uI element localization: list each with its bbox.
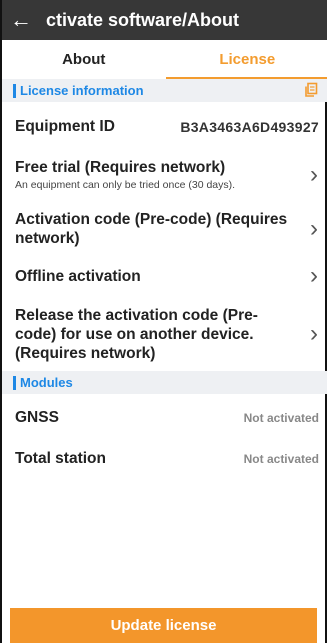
module-name: Total station <box>15 450 106 467</box>
module-row-total-station: Total station Not activated <box>2 440 327 478</box>
module-row-gnss: GNSS Not activated <box>2 396 327 440</box>
free-trial-row[interactable]: Free trial (Requires network) An equipme… <box>2 152 327 198</box>
offline-activation-row[interactable]: Offline activation › <box>2 256 327 296</box>
top-bar: ← ctivate software/About <box>2 0 327 40</box>
tab-bar: About License <box>2 40 327 79</box>
arrow-left-icon: ← <box>10 7 32 32</box>
update-license-button[interactable]: Update license <box>10 608 317 643</box>
chevron-right-icon: › <box>310 320 318 347</box>
modules-section-title: Modules <box>20 375 73 390</box>
release-code-row[interactable]: Release the activation code (Pre-code) f… <box>2 301 327 367</box>
free-trial-subtitle: An equipment can only be tried once (30 … <box>15 179 236 191</box>
license-section-header: License information <box>2 79 327 102</box>
offline-activation-title: Offline activation <box>15 267 141 285</box>
module-status: Not activated <box>243 411 319 425</box>
section-marker <box>13 375 16 390</box>
chevron-right-icon: › <box>310 161 318 188</box>
chevron-right-icon: › <box>310 215 318 242</box>
release-code-title: Release the activation code (Pre-code) f… <box>15 306 258 362</box>
equipment-id-value: B3A3463A6D493927 <box>180 119 319 135</box>
module-name: GNSS <box>15 409 59 426</box>
tab-license[interactable]: License <box>165 40 327 79</box>
back-button[interactable]: ← <box>2 0 40 40</box>
copy-icon[interactable] <box>303 82 319 98</box>
app-frame: ← ctivate software/About About License L… <box>0 0 327 643</box>
modules-section-header: Modules <box>2 371 327 394</box>
license-section-title: License information <box>20 83 144 98</box>
equipment-id-label: Equipment ID <box>15 118 115 135</box>
free-trial-title: Free trial (Requires network) <box>15 159 226 176</box>
activation-code-row[interactable]: Activation code (Pre-code) (Requires net… <box>2 203 327 255</box>
activation-code-title: Activation code (Pre-code) (Requires net… <box>15 211 288 247</box>
chevron-right-icon: › <box>310 262 318 289</box>
tab-about[interactable]: About <box>2 40 166 79</box>
module-status: Not activated <box>243 452 319 466</box>
section-marker <box>13 83 16 98</box>
equipment-id-row: Equipment ID B3A3463A6D493927 <box>2 102 327 152</box>
page-title: ctivate software/About <box>46 9 240 30</box>
